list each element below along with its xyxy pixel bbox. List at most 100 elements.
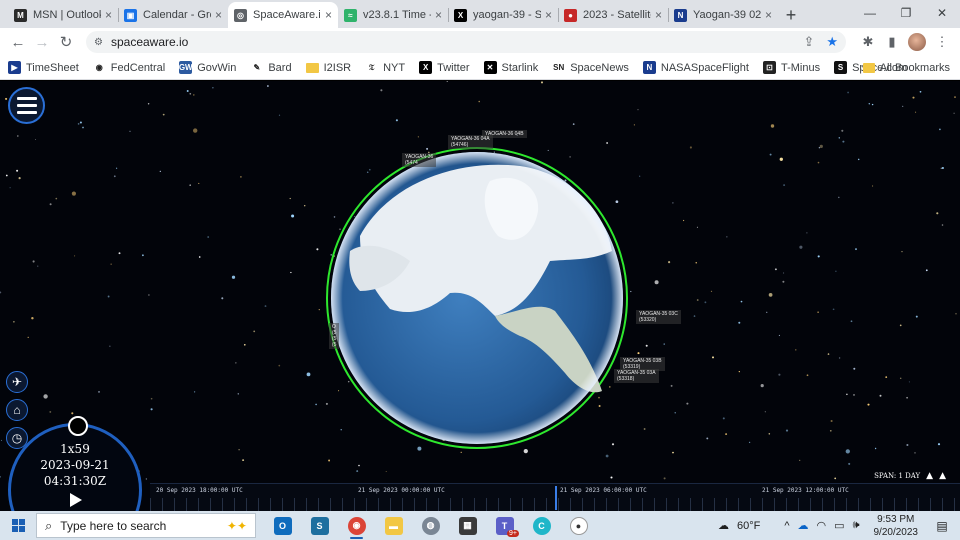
notification-icon[interactable]: ▤ bbox=[932, 516, 952, 536]
taskbar-app[interactable]: ◍ bbox=[412, 511, 449, 540]
teams-badge: 9+ bbox=[507, 530, 519, 537]
close-tab-icon[interactable]: × bbox=[435, 8, 442, 22]
bookmark-item[interactable]: ◉ FedCentral bbox=[92, 61, 165, 74]
taskbar-app[interactable]: ● bbox=[560, 511, 597, 540]
x-icon: X bbox=[419, 61, 433, 74]
bookmark-item[interactable]: N NASASpaceFlight bbox=[642, 61, 749, 74]
star bbox=[829, 429, 832, 432]
close-tab-icon[interactable]: × bbox=[765, 8, 772, 22]
window-controls: — ❐ ✕ bbox=[852, 0, 960, 26]
star bbox=[221, 297, 224, 300]
wifi-icon[interactable]: ◠ bbox=[817, 519, 827, 532]
span-decrease-icon[interactable]: ▲ bbox=[939, 471, 946, 481]
timeline-label: 21 Sep 2023 00:00:00 UTC bbox=[358, 487, 445, 494]
taskbar-app[interactable]: ◉ bbox=[338, 511, 375, 540]
site-info-icon[interactable]: ⚙ bbox=[94, 37, 103, 48]
tab-label: Yaogan-39 02/ bbox=[693, 9, 761, 21]
weather-icon[interactable]: ☁ bbox=[718, 519, 729, 532]
star bbox=[953, 112, 955, 114]
bookmark-item[interactable]: X Twitter bbox=[419, 61, 470, 74]
side-panel-icon[interactable]: ▮ bbox=[880, 30, 904, 54]
volume-icon[interactable]: 🕪 bbox=[853, 519, 860, 532]
star bbox=[162, 113, 165, 116]
star bbox=[637, 109, 639, 111]
taskbar-app[interactable]: T 9+ bbox=[486, 511, 523, 540]
browser-tab[interactable]: ▣ Calendar - Gre × bbox=[118, 2, 228, 28]
profile-avatar[interactable] bbox=[908, 33, 926, 51]
satellite-tool-button[interactable]: ✈ bbox=[6, 371, 28, 393]
close-tab-icon[interactable]: × bbox=[655, 8, 662, 22]
onedrive-icon[interactable]: ☁ bbox=[798, 519, 809, 532]
star bbox=[783, 184, 786, 187]
bookmark-item[interactable]: 𝔗 NYT bbox=[365, 61, 405, 74]
browser-tab[interactable]: N Yaogan-39 02/ × bbox=[668, 2, 778, 28]
star bbox=[633, 124, 636, 126]
more-menu-icon[interactable]: ⋮ bbox=[930, 30, 954, 54]
all-bookmarks-button[interactable]: All Bookmarks bbox=[862, 62, 950, 74]
system-clock[interactable]: 9:53 PM 9/20/2023 bbox=[874, 513, 919, 539]
bookmark-item[interactable]: ⊡ T-Minus bbox=[762, 61, 820, 74]
taskbar-app[interactable]: C bbox=[523, 511, 560, 540]
star bbox=[13, 320, 15, 323]
start-button[interactable] bbox=[0, 511, 36, 540]
spacenews-icon: SN bbox=[552, 61, 566, 74]
satellite-label[interactable]: YAOGAN-36 04A (54746) bbox=[448, 135, 493, 149]
bookmark-item[interactable]: ✕ Starlink bbox=[483, 61, 538, 74]
taskbar-app[interactable]: O bbox=[264, 511, 301, 540]
star bbox=[925, 269, 928, 272]
bookmark-item[interactable]: ✎ Bard bbox=[250, 61, 292, 74]
satellite-label[interactable]: YAOGAN-35 03C (53320) bbox=[636, 310, 681, 324]
timeline-cursor[interactable] bbox=[555, 486, 557, 510]
browser-tab[interactable]: ≈ v23.8.1 Time - × bbox=[338, 2, 448, 28]
share-icon[interactable]: ⇪ bbox=[803, 34, 814, 50]
minimize-button[interactable]: — bbox=[852, 0, 888, 26]
bookmark-item[interactable]: I2ISR bbox=[305, 62, 351, 74]
address-bar[interactable]: ⚙ spaceaware.io ⇪ ★ bbox=[86, 31, 846, 53]
browser-tab[interactable]: ◎ SpaceAware.io × bbox=[228, 2, 338, 28]
satellite-label[interactable]: YAOGAN-35 03A (53318) bbox=[614, 369, 659, 383]
browser-tab[interactable]: ● 2023 - Satellite × bbox=[558, 2, 668, 28]
bookmark-item[interactable]: GW GovWin bbox=[179, 61, 236, 74]
star bbox=[5, 174, 8, 177]
star bbox=[940, 167, 942, 169]
bookmark-star-icon[interactable]: ★ bbox=[826, 34, 838, 50]
extensions-icon[interactable]: ✱ bbox=[856, 30, 880, 54]
restore-button[interactable]: ❐ bbox=[888, 0, 924, 26]
bookmark-item[interactable]: SN SpaceNews bbox=[552, 61, 629, 74]
bookmark-item[interactable]: ▶ TimeSheet bbox=[8, 61, 79, 74]
new-tab-button[interactable]: + bbox=[778, 2, 804, 28]
search-placeholder[interactable]: Type here to search bbox=[60, 519, 166, 533]
back-arrow-icon[interactable]: ← bbox=[6, 30, 30, 54]
satellite-label[interactable]: O (5 (5 (5 bbox=[329, 323, 340, 349]
taskbar-search[interactable]: ⌕ Type here to search ✦✦ bbox=[36, 513, 256, 538]
browser-tab[interactable]: M MSN | Outlook × bbox=[8, 2, 118, 28]
home-button[interactable]: ⌂ bbox=[6, 399, 28, 421]
time-speed-knob[interactable] bbox=[68, 416, 88, 436]
close-tab-icon[interactable]: × bbox=[545, 8, 552, 22]
reload-icon[interactable]: ↻ bbox=[54, 30, 78, 54]
bookmark-label: SpaceNews bbox=[570, 61, 629, 74]
close-tab-icon[interactable]: × bbox=[215, 8, 222, 22]
satellite-label[interactable]: YAOGAN-36 (5474 bbox=[402, 153, 437, 167]
close-window-button[interactable]: ✕ bbox=[924, 0, 960, 26]
weather-temp[interactable]: 60°F bbox=[737, 520, 760, 532]
browser-tab[interactable]: Xyaogan-39 - Se × bbox=[448, 2, 558, 28]
network-icon[interactable]: ▭ bbox=[834, 519, 844, 532]
taskbar-app[interactable]: ▦ bbox=[449, 511, 486, 540]
play-icon[interactable] bbox=[70, 493, 82, 507]
url-text[interactable]: spaceaware.io bbox=[111, 35, 188, 49]
span-increase-icon[interactable]: ▲ bbox=[926, 471, 933, 481]
timeline[interactable]: 20 Sep 2023 18:00:00 UTC 21 Sep 2023 00:… bbox=[150, 483, 960, 511]
earth-globe[interactable] bbox=[320, 141, 634, 455]
close-tab-icon[interactable]: × bbox=[105, 8, 112, 22]
star bbox=[315, 403, 317, 406]
globe-viewer[interactable]: YAOGAN-36 04B YAOGAN-36 04A (54746) YAOGAN… bbox=[0, 81, 960, 511]
star bbox=[738, 371, 740, 373]
taskbar-app[interactable]: ▬ bbox=[375, 511, 412, 540]
tray-overflow-icon[interactable]: ^ bbox=[784, 520, 789, 532]
hamburger-menu-button[interactable] bbox=[8, 87, 45, 124]
forward-arrow-icon[interactable]: → bbox=[30, 30, 54, 54]
taskbar-app[interactable]: S bbox=[301, 511, 338, 540]
close-tab-icon[interactable]: × bbox=[325, 8, 332, 22]
star bbox=[27, 336, 29, 339]
